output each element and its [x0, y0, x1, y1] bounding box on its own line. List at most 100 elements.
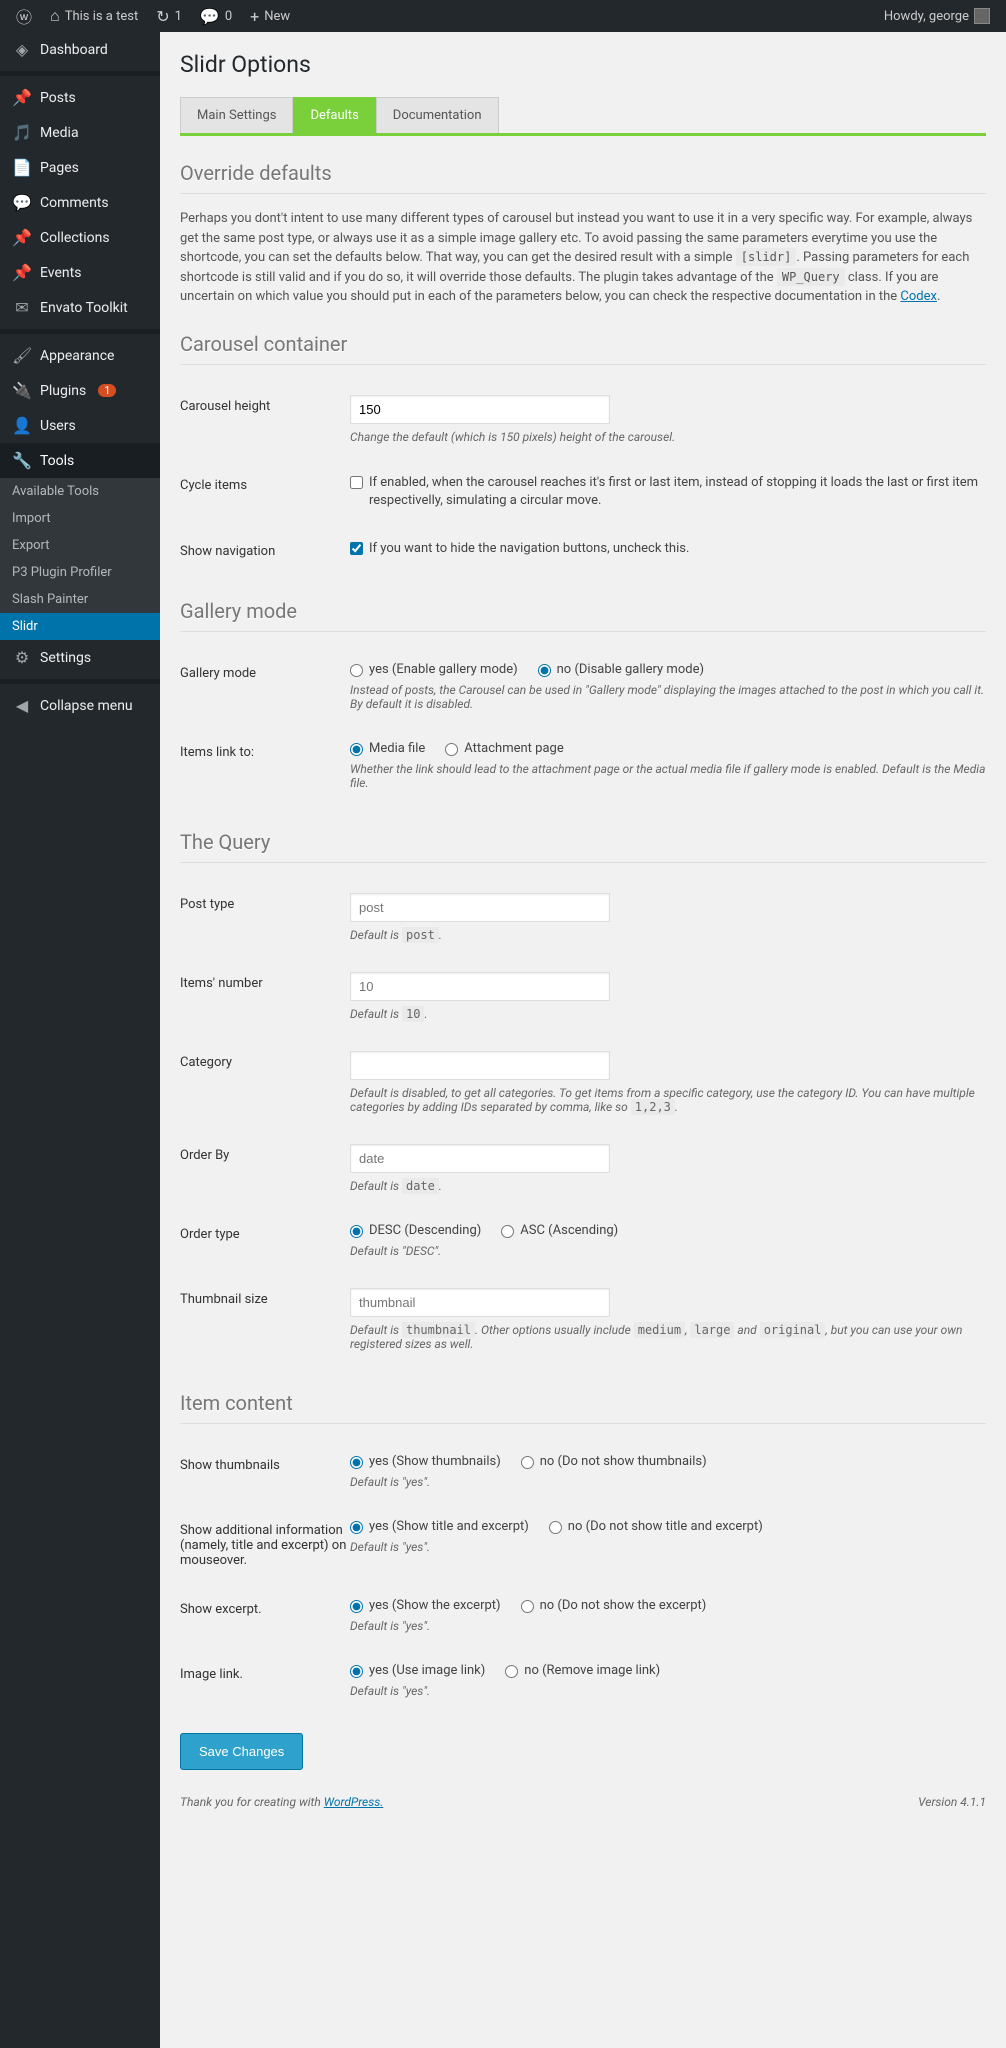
refresh-icon: ↻: [156, 7, 169, 26]
ordertype-desc-radio[interactable]: [350, 1225, 363, 1238]
menu-posts[interactable]: 📌Posts: [0, 80, 160, 115]
gallery-mode-yes[interactable]: [350, 664, 363, 677]
codex-link[interactable]: Codex: [900, 289, 937, 304]
image-link-no[interactable]: [505, 1665, 518, 1678]
ordertype-label: Order type: [180, 1223, 350, 1242]
menu-events[interactable]: 📌Events: [0, 255, 160, 290]
show-thumbs-yes[interactable]: [350, 1456, 363, 1469]
home-icon: ⌂: [50, 6, 60, 26]
items-number-label: Items' number: [180, 972, 350, 991]
menu-settings[interactable]: ⚙Settings: [0, 640, 160, 675]
wp-logo[interactable]: ⓦ: [8, 0, 40, 32]
show-addl-no[interactable]: [549, 1521, 562, 1534]
menu-comments[interactable]: 💬Comments: [0, 185, 160, 220]
image-link-yes[interactable]: [350, 1665, 363, 1678]
avatar: [974, 8, 990, 24]
wordpress-link[interactable]: WordPress.: [324, 1795, 384, 1809]
page-title: Slidr Options: [180, 42, 986, 82]
section-query-title: The Query: [180, 830, 986, 863]
cycle-items-checkbox[interactable]: [350, 476, 363, 489]
admin-sidebar: ◈Dashboard 📌Posts 🎵Media 📄Pages 💬Comment…: [0, 32, 160, 2048]
wrench-icon: 🔧: [12, 451, 32, 470]
show-nav-checkbox[interactable]: [350, 542, 363, 555]
override-text: Perhaps you dont't intent to use many di…: [180, 209, 986, 307]
pin-icon: 📌: [12, 263, 32, 282]
gear-icon: ⚙: [12, 648, 32, 667]
show-thumbs-label: Show thumbnails: [180, 1454, 350, 1473]
post-type-input[interactable]: [350, 893, 610, 922]
menu-envato[interactable]: ✉Envato Toolkit: [0, 290, 160, 325]
menu-users[interactable]: 👤Users: [0, 408, 160, 443]
thumb-size-input[interactable]: [350, 1288, 610, 1317]
separator: [0, 329, 160, 334]
show-excerpt-label: Show excerpt.: [180, 1598, 350, 1617]
section-itemcontent-title: Item content: [180, 1391, 986, 1424]
tab-main-settings[interactable]: Main Settings: [180, 97, 293, 133]
menu-collections[interactable]: 📌Collections: [0, 220, 160, 255]
show-thumbs-desc: Default is "yes".: [350, 1475, 986, 1489]
ordertype-asc-radio[interactable]: [501, 1225, 514, 1238]
menu-appearance[interactable]: 🖌Appearance: [0, 338, 160, 373]
wordpress-icon: ⓦ: [16, 4, 32, 28]
submenu-available-tools[interactable]: Available Tools: [0, 478, 160, 505]
submenu-slidr[interactable]: Slidr: [0, 613, 160, 640]
tools-submenu: Available Tools Import Export P3 Plugin …: [0, 478, 160, 640]
content-area: Slidr Options Main Settings Defaults Doc…: [160, 32, 1006, 2048]
site-link[interactable]: ⌂This is a test: [42, 0, 146, 32]
show-addl-yes[interactable]: [350, 1521, 363, 1534]
ordertype-desc-text: Default is "DESC".: [350, 1244, 986, 1258]
plus-icon: +: [250, 7, 259, 26]
footer: Thank you for creating with WordPress. V…: [180, 1770, 986, 1809]
menu-plugins[interactable]: 🔌Plugins1: [0, 373, 160, 408]
items-number-input[interactable]: [350, 972, 610, 1001]
menu-pages[interactable]: 📄Pages: [0, 150, 160, 185]
save-button[interactable]: Save Changes: [180, 1733, 303, 1770]
section-carousel-title: Carousel container: [180, 332, 986, 365]
pin-icon: 📌: [12, 228, 32, 247]
tab-defaults[interactable]: Defaults: [293, 97, 375, 133]
section-gallery-title: Gallery mode: [180, 599, 986, 632]
page-icon: 📄: [12, 158, 32, 177]
menu-tools[interactable]: 🔧Tools: [0, 443, 160, 478]
comment-icon: 💬: [200, 7, 220, 26]
show-addl-label: Show additional information (namely, tit…: [180, 1519, 350, 1568]
show-thumbs-no[interactable]: [521, 1456, 534, 1469]
section-override-title: Override defaults: [180, 161, 986, 194]
category-input[interactable]: [350, 1051, 610, 1080]
menu-dashboard[interactable]: ◈Dashboard: [0, 32, 160, 67]
collapse-menu[interactable]: ◀Collapse menu: [0, 688, 160, 723]
submenu-slash-painter[interactable]: Slash Painter: [0, 586, 160, 613]
comments-link[interactable]: 💬0: [192, 0, 240, 32]
submenu-export[interactable]: Export: [0, 532, 160, 559]
updates-link[interactable]: ↻1: [148, 0, 190, 32]
menu-media[interactable]: 🎵Media: [0, 115, 160, 150]
pin-icon: 📌: [12, 88, 32, 107]
update-badge: 1: [98, 384, 116, 397]
submenu-import[interactable]: Import: [0, 505, 160, 532]
submenu-p3[interactable]: P3 Plugin Profiler: [0, 559, 160, 586]
post-type-desc: Default is post.: [350, 928, 986, 942]
account-link[interactable]: Howdy, george: [876, 0, 998, 32]
show-nav-label: Show navigation: [180, 540, 350, 559]
tabs: Main Settings Defaults Documentation: [180, 97, 986, 136]
carousel-height-desc: Change the default (which is 150 pixels)…: [350, 430, 986, 444]
items-link-media[interactable]: [350, 743, 363, 756]
show-excerpt-desc: Default is "yes".: [350, 1619, 986, 1633]
orderby-input[interactable]: [350, 1144, 610, 1173]
gallery-mode-no[interactable]: [538, 664, 551, 677]
comments-icon: 💬: [12, 193, 32, 212]
dashboard-icon: ◈: [12, 40, 32, 59]
category-desc: Default is disabled, to get all categori…: [350, 1086, 986, 1114]
tab-documentation[interactable]: Documentation: [376, 97, 499, 133]
version-text: Version 4.1.1: [918, 1795, 986, 1809]
brush-icon: 🖌: [12, 346, 32, 365]
thumb-size-desc: Default is thumbnail. Other options usua…: [350, 1323, 986, 1351]
plug-icon: 🔌: [12, 381, 32, 400]
collapse-icon: ◀: [12, 696, 32, 715]
new-link[interactable]: +New: [242, 0, 298, 32]
show-excerpt-no[interactable]: [521, 1600, 534, 1613]
envato-icon: ✉: [12, 298, 32, 317]
items-link-attachment[interactable]: [445, 743, 458, 756]
show-excerpt-yes[interactable]: [350, 1600, 363, 1613]
carousel-height-input[interactable]: [350, 395, 610, 424]
